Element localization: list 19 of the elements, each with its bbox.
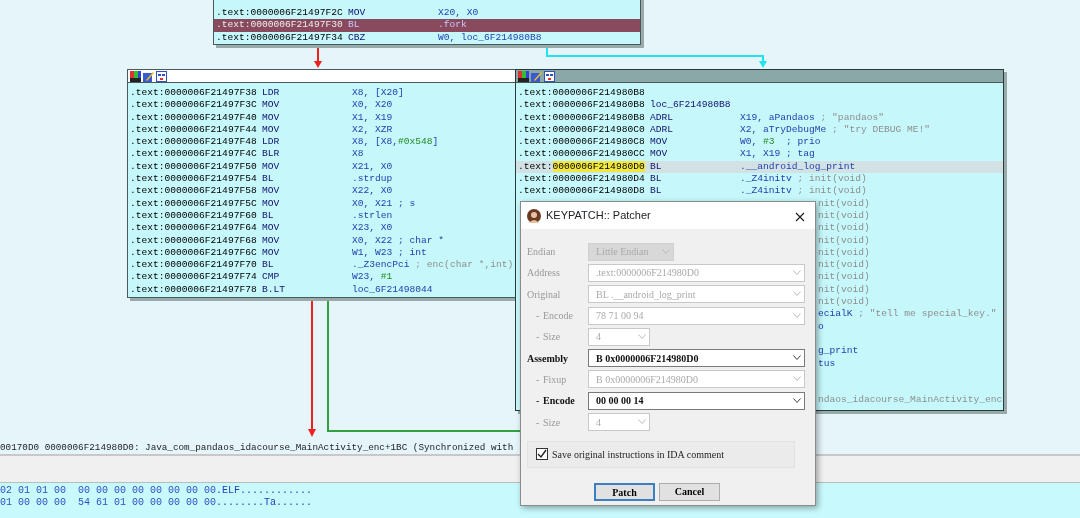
- field-label: Encode: [543, 394, 575, 409]
- field-label: Size: [543, 415, 561, 430]
- field-label: Original: [527, 287, 561, 302]
- field-label: Address: [527, 266, 560, 281]
- field-label: Endian: [527, 245, 556, 260]
- dash-text: -: [535, 372, 541, 387]
- dash-text: -: [535, 394, 541, 409]
- dash-text: -: [535, 330, 541, 345]
- dash-text: -: [535, 309, 541, 324]
- field-label: Assembly: [527, 351, 569, 366]
- dialog-title: KEYPATCH:: Patcher: [546, 208, 651, 224]
- hex-bytes: 02 01 01 00 00 00 00 00 00 00 00 00: [0, 485, 216, 498]
- hex-ascii: .ELF............: [216, 485, 312, 498]
- field-label: Size: [543, 330, 561, 345]
- field-label: Fixup: [543, 372, 567, 387]
- hex-ascii: ........Ta......: [216, 497, 312, 510]
- hex-bytes: 01 00 00 00 54 61 01 00 00 00 00 00: [0, 497, 216, 510]
- dash-text: -: [535, 415, 541, 430]
- field-label: Encode: [543, 309, 573, 324]
